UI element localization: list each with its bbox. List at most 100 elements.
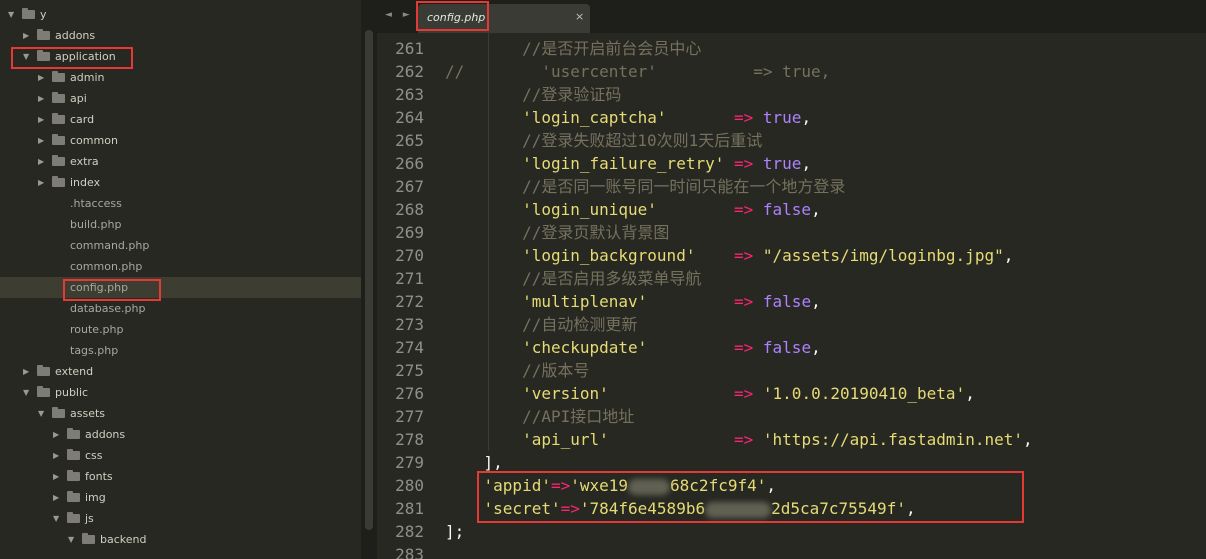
- tree-item-label: admin: [70, 71, 105, 84]
- folder-icon: [37, 386, 50, 397]
- code-token: ,: [965, 384, 975, 403]
- tab-nav-arrows[interactable]: ◄ ►: [385, 10, 414, 20]
- tree-item-label: common: [70, 134, 118, 147]
- code-token: false: [762, 292, 812, 311]
- chevron-right-icon[interactable]: ▶: [38, 88, 48, 109]
- highlight-appid-secret: [477, 471, 1024, 523]
- tree-file-item[interactable]: tags.php: [0, 340, 361, 361]
- chevron-right-icon[interactable]: ▶: [38, 151, 48, 172]
- code-token: ,: [1003, 246, 1014, 265]
- line-number: 272: [395, 292, 424, 311]
- tree-folder-item[interactable]: ▶ extend: [0, 361, 361, 382]
- code-line: 282];: [377, 520, 1206, 543]
- chevron-right-icon[interactable]: ▶: [53, 445, 63, 466]
- tree-folder-item[interactable]: ▶ api: [0, 88, 361, 109]
- chevron-right-icon[interactable]: ▶: [53, 424, 63, 445]
- close-icon[interactable]: ×: [575, 10, 584, 23]
- code-line: 276 'version' => '1.0.0.20190410_beta',: [377, 382, 1206, 405]
- code-line: 278 'api_url' => 'https://api.fastadmin.…: [377, 428, 1206, 451]
- code-token: 'login_unique': [445, 200, 657, 219]
- code-token: //登录验证码: [445, 85, 622, 104]
- code-text: 'checkupdate' => false,: [445, 336, 821, 359]
- tree-file-item[interactable]: command.php: [0, 235, 361, 256]
- folder-icon: [52, 134, 65, 145]
- tree-file-item[interactable]: build.php: [0, 214, 361, 235]
- tree-folder-item[interactable]: ▶ card: [0, 109, 361, 130]
- tree-file-item[interactable]: common.php: [0, 256, 361, 277]
- folder-icon: [52, 113, 65, 124]
- tree-folder-item[interactable]: ▶ common: [0, 130, 361, 151]
- code-line: 267 //是否同一账号同一时间只能在一个地方登录: [377, 175, 1206, 198]
- code-token: =>: [734, 154, 754, 173]
- tree-item-label: extra: [70, 155, 99, 168]
- tree-item-label: command.php: [70, 239, 150, 252]
- folder-icon: [67, 470, 80, 481]
- code-token: ,: [1023, 430, 1033, 449]
- chevron-down-icon[interactable]: ▼: [8, 4, 18, 25]
- code-line: 274 'checkupdate' => false,: [377, 336, 1206, 359]
- sidebar-scrollbar[interactable]: [361, 0, 377, 559]
- tree-folder-item[interactable]: ▼ backend: [0, 529, 361, 550]
- code-token: true: [762, 154, 802, 173]
- code-token: 'login_failure_retry': [445, 154, 725, 173]
- file-tree-sidebar: ▼ y ▶ addons ▼ application ▶ admin ▶ api ▶ card ▶ com…: [0, 0, 377, 559]
- tree-folder-item[interactable]: ▶ img: [0, 487, 361, 508]
- tree-folder-item[interactable]: ▼ public: [0, 382, 361, 403]
- tree-folder-item[interactable]: ▼ js: [0, 508, 361, 529]
- code-token: //版本号: [445, 361, 590, 380]
- chevron-right-icon[interactable]: ▶: [38, 130, 48, 151]
- chevron-down-icon[interactable]: ▼: [53, 508, 63, 529]
- line-number: 279: [395, 453, 424, 472]
- tree-folder-item[interactable]: ▶ fonts: [0, 466, 361, 487]
- chevron-right-icon[interactable]: ▶: [53, 487, 63, 508]
- chevron-down-icon[interactable]: ▼: [68, 529, 78, 550]
- tree-item-label: api: [70, 92, 87, 105]
- code-token: 'login_captcha': [445, 108, 667, 127]
- line-number: 267: [395, 177, 424, 196]
- tree-file-item[interactable]: route.php: [0, 319, 361, 340]
- tree-item-label: assets: [70, 407, 106, 420]
- sidebar-scroll-thumb[interactable]: [365, 30, 373, 530]
- tree-folder-item[interactable]: ▶ admin: [0, 67, 361, 88]
- code-text: //登录页默认背景图: [445, 221, 669, 244]
- chevron-right-icon[interactable]: ▶: [23, 361, 33, 382]
- code-line: 283: [377, 543, 1206, 559]
- line-number: 269: [395, 223, 424, 242]
- chevron-down-icon[interactable]: ▼: [23, 382, 33, 403]
- chevron-down-icon[interactable]: ▼: [38, 403, 48, 424]
- tree-file-item[interactable]: config.php: [0, 277, 361, 298]
- line-number: 280: [395, 476, 424, 495]
- code-text: 'multiplenav' => false,: [445, 290, 821, 313]
- tree-folder-item[interactable]: ▶ addons: [0, 424, 361, 445]
- tree-item-label: addons: [85, 428, 126, 441]
- tree-item-label: css: [85, 449, 103, 462]
- code-line: 265 //登录失败超过10次则1天后重试: [377, 129, 1206, 152]
- line-number: 265: [395, 131, 424, 150]
- tree-file-item[interactable]: database.php: [0, 298, 361, 319]
- code-text: //登录失败超过10次则1天后重试: [445, 129, 762, 152]
- chevron-right-icon[interactable]: ▶: [38, 67, 48, 88]
- code-token: //是否开启前台会员中心: [445, 39, 702, 58]
- code-token: =>: [734, 384, 754, 403]
- tree-folder-item[interactable]: ▶ extra: [0, 151, 361, 172]
- tree-item-label: tags.php: [70, 344, 119, 357]
- tree-folder-item[interactable]: ▼ assets: [0, 403, 361, 424]
- chevron-right-icon[interactable]: ▶: [38, 109, 48, 130]
- tree-folder-item[interactable]: ▶ addons: [0, 25, 361, 46]
- code-line: 268 'login_unique' => false,: [377, 198, 1206, 221]
- line-number: 278: [395, 430, 424, 449]
- tree-file-item[interactable]: .htaccess: [0, 193, 361, 214]
- chevron-right-icon[interactable]: ▶: [23, 25, 33, 46]
- tree-folder-item[interactable]: ▼ y: [0, 4, 361, 25]
- chevron-right-icon[interactable]: ▶: [53, 466, 63, 487]
- tree-folder-item[interactable]: ▶ css: [0, 445, 361, 466]
- tree-item-label: y: [40, 8, 47, 21]
- chevron-right-icon[interactable]: ▶: [38, 172, 48, 193]
- code-text: //是否开启前台会员中心: [445, 37, 701, 60]
- tree-folder-item[interactable]: ▶ index: [0, 172, 361, 193]
